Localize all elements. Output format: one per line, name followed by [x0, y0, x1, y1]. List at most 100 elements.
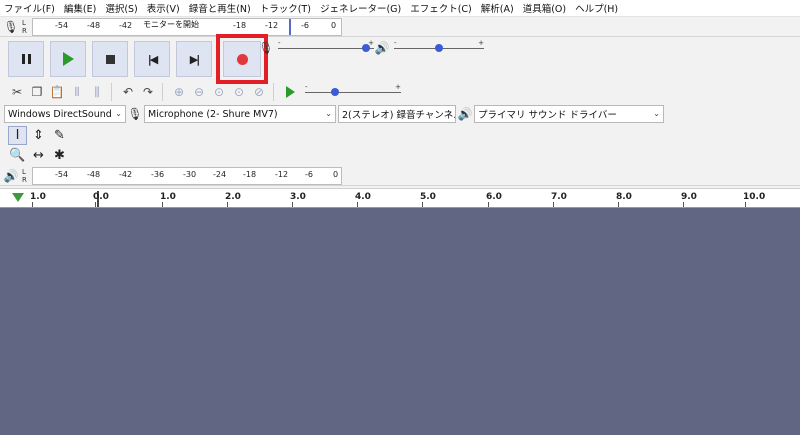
slider-thumb[interactable] — [435, 44, 443, 52]
chevron-down-icon: ⌄ — [653, 109, 660, 118]
audio-host-select[interactable]: Windows DirectSound ⌄ — [4, 105, 126, 123]
slider-thumb[interactable] — [331, 88, 340, 96]
ruler-tick — [95, 202, 96, 207]
playback-meter[interactable]: -54 -48 -42 -36 -30 -24 -18 -12 -6 0 — [32, 166, 342, 185]
ruler-label: 8.0 — [616, 192, 632, 202]
menu-transport[interactable]: 録音と再生(N) — [189, 1, 251, 15]
menu-effect[interactable]: エフェクト(C) — [410, 1, 472, 15]
device-toolbar: Windows DirectSound ⌄ 🎙 Microphone (2- Sh… — [0, 104, 800, 124]
ruler-label: 3.0 — [290, 192, 306, 202]
chevron-down-icon: ⌄ — [325, 109, 332, 118]
ruler-tick — [162, 202, 163, 207]
play-speed-slider[interactable]: - + — [305, 83, 401, 99]
skip-end-icon: ▶| — [189, 52, 201, 66]
menu-analyze[interactable]: 解析(A) — [481, 1, 514, 15]
ruler-label: 5.0 — [420, 192, 436, 202]
skip-to-end-button[interactable]: ▶| — [176, 41, 212, 77]
skip-to-start-button[interactable]: |◀ — [134, 41, 170, 77]
mixer-toolbar: 🎙 - + 🔊 - + — [258, 38, 498, 58]
recording-device-select[interactable]: Microphone (2- Shure MV7) ⌄ — [144, 105, 336, 123]
menu-tools[interactable]: 道具箱(O) — [523, 1, 566, 15]
monitor-tooltip: モニターを開始 — [141, 18, 201, 30]
tools-toolbar-2: 🔍 ↔ ✱ — [0, 145, 800, 165]
skip-start-icon: |◀ — [147, 52, 159, 66]
slider-thumb[interactable] — [362, 44, 371, 52]
selection-tool-icon[interactable]: I — [8, 125, 27, 145]
menu-help[interactable]: ヘルプ(H) — [575, 1, 618, 15]
ruler-label: 9.0 — [681, 192, 697, 202]
play-button[interactable] — [50, 41, 86, 77]
redo-icon[interactable]: ↷ — [139, 83, 157, 101]
trim-icon[interactable]: ⫴ — [68, 83, 86, 101]
record-meter[interactable]: -54 -48 -42 モニターを開始 -18 -12 -6 0 — [32, 17, 342, 36]
menu-select[interactable]: 選択(S) — [105, 1, 137, 15]
ruler-tick — [227, 202, 228, 207]
pause-icon — [21, 54, 31, 64]
chevron-down-icon: ⌄ — [115, 109, 122, 118]
record-button[interactable] — [223, 41, 261, 77]
fit-project-icon[interactable]: ⊙ — [230, 83, 248, 101]
menu-tracks[interactable]: トラック(T) — [260, 1, 311, 15]
microphone-icon: 🎙 — [258, 41, 274, 55]
draw-tool-icon[interactable]: ✎ — [50, 126, 69, 145]
ruler-label: 7.0 — [551, 192, 567, 202]
play-icon — [62, 52, 74, 66]
microphone-icon: 🎙 — [127, 107, 143, 121]
envelope-tool-icon[interactable]: ⇕ — [29, 126, 48, 145]
chevron-down-icon: ⌄ — [445, 109, 452, 118]
ruler-tick — [745, 202, 746, 207]
multi-tool-icon[interactable]: ✱ — [50, 146, 69, 165]
menu-view[interactable]: 表示(V) — [147, 1, 180, 15]
track-workspace[interactable] — [0, 208, 800, 435]
record-icon — [236, 53, 248, 65]
menu-generate[interactable]: ジェネレーター(G) — [320, 1, 401, 15]
pause-button[interactable] — [8, 41, 44, 77]
timeline-ruler[interactable]: 1.0 0.0 1.0 2.0 3.0 4.0 5.0 6.0 7.0 8.0 9.0 10.0 — [0, 188, 800, 208]
stop-button[interactable] — [92, 41, 128, 77]
zoom-out-icon[interactable]: ⊖ — [190, 83, 208, 101]
record-volume-slider[interactable]: - + — [278, 39, 374, 55]
play-at-speed-button[interactable] — [281, 83, 299, 101]
ruler-tick — [488, 202, 489, 207]
menu-edit[interactable]: 編集(E) — [64, 1, 96, 15]
copy-icon[interactable]: ❐ — [28, 83, 46, 101]
ruler-label: 1.0 — [30, 192, 46, 202]
ruler-tick — [422, 202, 423, 207]
ruler-tick — [292, 202, 293, 207]
menu-file[interactable]: ファイル(F) — [4, 1, 55, 15]
zoom-tool-icon[interactable]: 🔍 — [8, 146, 27, 165]
cut-icon[interactable]: ✂ — [8, 83, 26, 101]
stop-icon — [105, 54, 115, 64]
playback-device-select[interactable]: プライマリ サウンド ドライバー ⌄ — [474, 105, 664, 123]
zoom-in-icon[interactable]: ⊕ — [170, 83, 188, 101]
ruler-label: 1.0 — [160, 192, 176, 202]
ruler-label: 2.0 — [225, 192, 241, 202]
zoom-toggle-icon[interactable]: ⊘ — [250, 83, 268, 101]
undo-icon[interactable]: ↶ — [119, 83, 137, 101]
ruler-tick — [357, 202, 358, 207]
paste-icon[interactable]: 📋 — [48, 83, 66, 101]
microphone-icon[interactable]: 🎙 — [0, 17, 22, 37]
record-meter-toolbar: 🎙 LR -54 -48 -42 モニターを開始 -18 -12 -6 0 — [0, 17, 800, 37]
edit-toolbar: ✂ ❐ 📋 ⫴ ⫼ ↶ ↷ ⊕ ⊖ ⊙ ⊙ ⊘ - + — [0, 81, 800, 103]
ruler-label: 4.0 — [355, 192, 371, 202]
ruler-tick — [683, 202, 684, 207]
ruler-tick — [32, 202, 33, 207]
play-head-icon[interactable] — [12, 193, 24, 202]
meter-indicator — [289, 18, 291, 35]
timeshift-tool-icon[interactable]: ↔ — [29, 146, 48, 165]
ruler-label: 0.0 — [93, 192, 109, 202]
ruler-label: 6.0 — [486, 192, 502, 202]
playback-meter-toolbar: 🔊 LR -54 -48 -42 -36 -30 -24 -18 -12 -6 … — [0, 166, 800, 186]
recording-channels-select[interactable]: 2(ステレオ) 録音チャンネル ⌄ — [338, 105, 456, 123]
silence-icon[interactable]: ⫼ — [88, 83, 106, 101]
ruler-tick — [618, 202, 619, 207]
menu-bar: ファイル(F) 編集(E) 選択(S) 表示(V) 録音と再生(N) トラック(… — [0, 0, 800, 17]
ruler-tick — [553, 202, 554, 207]
fit-selection-icon[interactable]: ⊙ — [210, 83, 228, 101]
tools-toolbar: I ⇕ ✎ — [0, 125, 800, 145]
speaker-icon: 🔊 — [457, 107, 473, 121]
speaker-icon[interactable]: 🔊 — [0, 166, 22, 186]
playback-volume-slider[interactable]: - + — [394, 39, 484, 55]
ruler-label: 10.0 — [743, 192, 766, 202]
